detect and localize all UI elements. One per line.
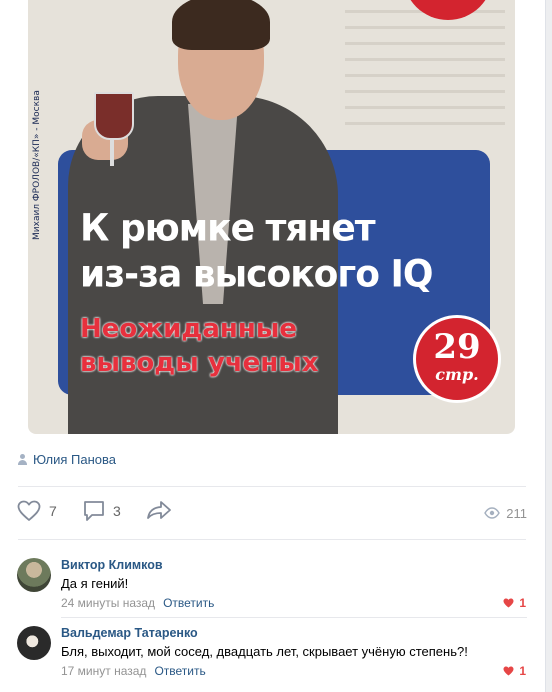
comment-time[interactable]: 24 минуты назад xyxy=(61,596,155,610)
page-badge: 29 стр. xyxy=(413,315,501,403)
comment-count: 3 xyxy=(113,503,121,519)
comment-like-count: 1 xyxy=(519,596,526,610)
comment-button[interactable]: 3 xyxy=(83,500,121,522)
post-photo[interactable]: Михаил ФРОЛОВ/«КП» - Москва К рюмке тяне… xyxy=(28,0,515,434)
comment-like-count: 1 xyxy=(519,664,526,678)
comment-like-button[interactable]: 1 xyxy=(503,596,526,610)
comment-meta: 17 минут назад Ответить xyxy=(61,664,206,678)
headline-line-1: К рюмке тянет xyxy=(80,206,376,250)
comment-text: Бля, выходит, мой сосед, двадцать лет, с… xyxy=(61,644,468,659)
photo-subheadline: Неожиданные выводы ученых xyxy=(80,312,319,380)
photo-credit: Михаил ФРОЛОВ/«КП» - Москва xyxy=(32,90,42,240)
post-author[interactable]: Юлия Панова xyxy=(18,452,116,467)
headline-line-2: из-за высокого IQ xyxy=(80,253,433,297)
comment-like-button[interactable]: 1 xyxy=(503,664,526,678)
post-card: Михаил ФРОЛОВ/«КП» - Москва К рюмке тяне… xyxy=(0,0,546,692)
like-button[interactable]: 7 xyxy=(17,500,57,522)
divider xyxy=(18,486,526,487)
views-count: 211 xyxy=(506,505,527,521)
badge-number: 29 xyxy=(433,327,481,367)
author-name[interactable]: Юлия Панова xyxy=(33,452,116,467)
comment-author[interactable]: Виктор Климков xyxy=(61,558,163,572)
subheadline-line-1: Неожиданные xyxy=(80,314,297,344)
post-actions: 7 3 211 xyxy=(17,500,527,526)
wine-glass-stem xyxy=(110,138,114,166)
avatar[interactable] xyxy=(17,626,51,660)
comment-author[interactable]: Вальдемар Татаренко xyxy=(61,626,198,640)
share-button[interactable] xyxy=(146,500,172,520)
comment-item: Виктор Климков Да я гений! 24 минуты наз… xyxy=(17,558,529,620)
avatar[interactable] xyxy=(17,558,51,592)
heart-icon xyxy=(17,500,41,521)
divider xyxy=(61,617,527,618)
photo-headline: К рюмке тянет из-за высокого IQ xyxy=(80,206,433,298)
comment-text: Да я гений! xyxy=(61,576,129,591)
comment-item: Вальдемар Татаренко Бля, выходит, мой со… xyxy=(17,626,529,688)
reply-link[interactable]: Ответить xyxy=(154,664,205,678)
like-count: 7 xyxy=(49,503,57,519)
wine-glass xyxy=(94,92,134,140)
photo-background-newspaper xyxy=(345,10,505,130)
reply-link[interactable]: Ответить xyxy=(163,596,214,610)
user-icon xyxy=(18,453,27,466)
comment-meta: 24 минуты назад Ответить xyxy=(61,596,214,610)
comment-time[interactable]: 17 минут назад xyxy=(61,664,146,678)
comment-icon xyxy=(84,501,104,521)
share-icon xyxy=(147,501,171,519)
subheadline-line-2: выводы ученых xyxy=(80,348,319,378)
views-counter: 211 xyxy=(484,500,527,526)
man-hair xyxy=(172,0,270,50)
divider xyxy=(18,539,526,540)
heart-filled-icon xyxy=(503,666,514,676)
badge-unit: стр. xyxy=(435,365,479,384)
eye-icon xyxy=(484,507,501,519)
heart-filled-icon xyxy=(503,598,514,608)
